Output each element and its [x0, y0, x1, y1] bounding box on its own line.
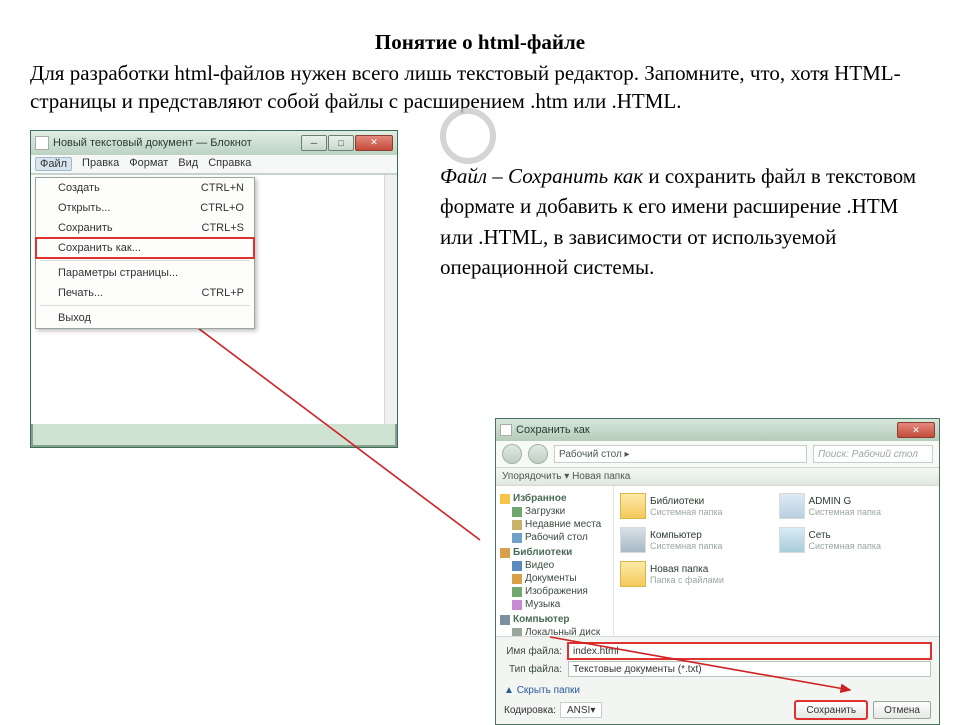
item-user[interactable]: ADMIN GСистемная папка — [779, 490, 934, 522]
nav-video[interactable]: Видео — [498, 559, 611, 572]
nav-computer[interactable]: Компьютер — [500, 614, 611, 625]
filetype-field[interactable]: Текстовые документы (*.txt) — [568, 661, 931, 677]
instruction-paragraph: Файл – Сохранить как и сохранить файл в … — [440, 161, 930, 283]
breadcrumb[interactable]: Рабочий стол ▸ — [554, 445, 807, 463]
menu-item-print[interactable]: Печать... CTRL+P — [36, 283, 254, 303]
item-newfolder[interactable]: Новая папкаПапка с файлами — [620, 558, 775, 590]
menu-help[interactable]: Справка — [208, 157, 251, 171]
encoding-field[interactable]: ANSI ▾ — [560, 702, 602, 718]
minimize-button[interactable]: ─ — [301, 135, 327, 151]
menu-item-pagesetup[interactable]: Параметры страницы... — [36, 263, 254, 283]
menu-file[interactable]: Файл — [35, 157, 72, 171]
close-button[interactable]: ✕ — [355, 135, 393, 151]
nav-favorites[interactable]: Избранное — [500, 493, 611, 504]
menu-item-open[interactable]: Открыть... CTRL+O — [36, 198, 254, 218]
cancel-button[interactable]: Отмена — [873, 701, 931, 719]
saveas-toolbar[interactable]: Упорядочить ▾ Новая папка — [496, 468, 939, 486]
maximize-button[interactable]: □ — [328, 135, 354, 151]
save-as-dialog: Сохранить как ✕ Рабочий стол ▸ Поиск: Ра… — [495, 418, 940, 725]
nav-forward-button[interactable] — [528, 444, 548, 464]
nav-music[interactable]: Музыка — [498, 598, 611, 611]
nav-pane: Избранное Загрузки Недавние места Рабочи… — [496, 486, 614, 636]
menu-item-save-as[interactable]: Сохранить как... — [36, 238, 254, 258]
item-network[interactable]: СетьСистемная папка — [779, 524, 934, 556]
nav-documents[interactable]: Документы — [498, 572, 611, 585]
notepad-titlebar: Новый текстовый документ — Блокнот ─ □ ✕ — [31, 131, 397, 155]
save-button[interactable]: Сохранить — [795, 701, 867, 719]
filename-label: Имя файла: — [504, 646, 562, 657]
nav-libraries[interactable]: Библиотеки — [500, 547, 611, 558]
saveas-icon — [500, 424, 512, 436]
saveas-titlebar: Сохранить как ✕ — [496, 419, 939, 441]
notepad-window: Новый текстовый документ — Блокнот ─ □ ✕… — [30, 130, 398, 448]
menu-format[interactable]: Формат — [129, 157, 168, 171]
scrollbar-vertical[interactable] — [384, 175, 397, 424]
file-dropdown: Создать CTRL+N Открыть... CTRL+O Сохрани… — [35, 177, 255, 329]
saveas-navbar: Рабочий стол ▸ Поиск: Рабочий стол — [496, 441, 939, 468]
menu-view[interactable]: Вид — [178, 157, 198, 171]
file-list: БиблиотекиСистемная папка ADMIN GСистемн… — [614, 486, 939, 636]
saveas-close-button[interactable]: ✕ — [897, 422, 935, 438]
slide-heading: Понятие о html-файле — [30, 30, 930, 55]
notepad-menubar: Файл Правка Формат Вид Справка — [31, 155, 397, 174]
menu-item-create[interactable]: Создать CTRL+N — [36, 178, 254, 198]
item-libraries[interactable]: БиблиотекиСистемная папка — [620, 490, 775, 522]
filename-field[interactable]: index.html — [568, 643, 931, 659]
menu-item-save[interactable]: Сохранить CTRL+S — [36, 218, 254, 238]
hide-folders-link[interactable]: ▲ Скрыть папки — [496, 683, 939, 698]
notepad-icon — [35, 136, 49, 150]
nav-downloads[interactable]: Загрузки — [498, 505, 611, 518]
intro-paragraph: Для разработки html-файлов нужен всего л… — [30, 59, 930, 116]
menu-edit[interactable]: Правка — [82, 157, 119, 171]
nav-desktop[interactable]: Рабочий стол — [498, 531, 611, 544]
instruction-emphasis: Файл – Сохранить как — [440, 164, 643, 188]
nav-images[interactable]: Изображения — [498, 585, 611, 598]
notepad-title: Новый текстовый документ — Блокнот — [53, 137, 300, 149]
item-computer[interactable]: КомпьютерСистемная папка — [620, 524, 775, 556]
menu-item-exit[interactable]: Выход — [36, 308, 254, 328]
search-input[interactable]: Поиск: Рабочий стол — [813, 445, 933, 463]
decor-circle — [440, 108, 496, 164]
nav-back-button[interactable] — [502, 444, 522, 464]
encoding-label: Кодировка: — [504, 705, 556, 716]
filetype-label: Тип файла: — [504, 664, 562, 675]
nav-recent[interactable]: Недавние места — [498, 518, 611, 531]
nav-localdisk[interactable]: Локальный диск — [498, 626, 611, 636]
saveas-title: Сохранить как — [516, 424, 896, 436]
